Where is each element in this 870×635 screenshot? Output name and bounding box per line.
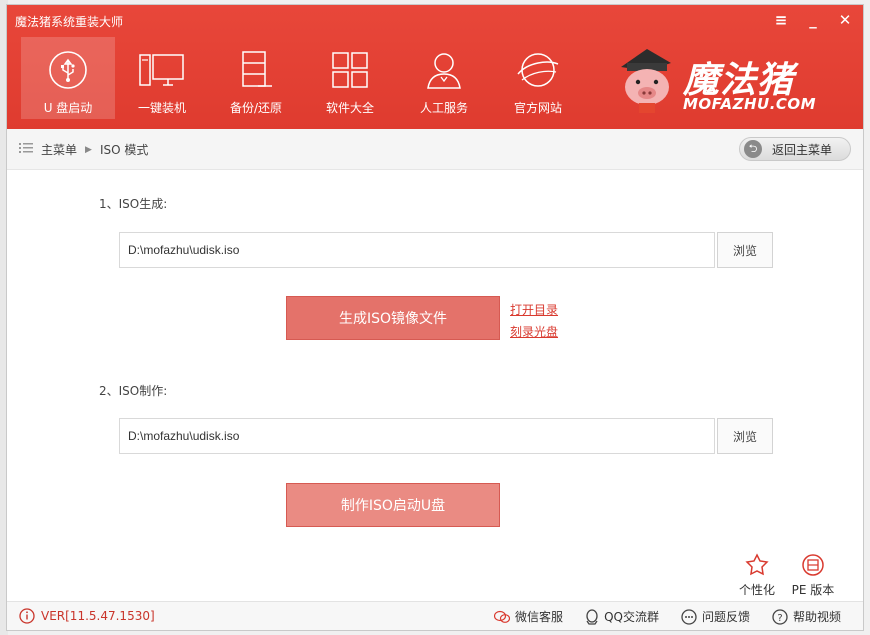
help-icon: ? — [772, 608, 788, 625]
personalize-button[interactable]: 个性化 — [733, 553, 781, 598]
apps-grid-icon — [327, 47, 373, 93]
nav-label: 软件大全 — [325, 101, 374, 115]
iso-make-path-input[interactable] — [119, 418, 715, 454]
main-nav: U 盘启动 一键装机 备份/还原 软件大全 人工服务 官方网站 — [21, 37, 585, 119]
make-iso-usb-button[interactable]: 制作ISO启动U盘 — [286, 483, 500, 527]
breadcrumb-current: ISO 模式 — [99, 143, 149, 157]
wechat-icon — [494, 610, 511, 623]
breadcrumb-home[interactable]: 主菜单 — [41, 141, 77, 158]
pe-version-button[interactable]: PE 版本 — [789, 553, 837, 598]
window-controls: ≡ _ ✕ — [773, 11, 853, 29]
return-arrow-icon: ⮌ — [744, 140, 762, 158]
open-directory-link[interactable]: 打开目录 — [510, 301, 558, 318]
usb-icon — [45, 47, 91, 93]
generate-iso-button[interactable]: 生成ISO镜像文件 — [286, 296, 500, 340]
close-icon[interactable]: ✕ — [837, 11, 853, 29]
globe-icon — [515, 47, 561, 93]
help-video-link[interactable]: ? 帮助视频 — [772, 608, 841, 625]
footer-links: 微信客服 QQ交流群 问题反馈 ? 帮助视频 — [494, 608, 841, 625]
nav-support[interactable]: 人工服务 — [397, 37, 491, 119]
nav-backup-restore[interactable]: 备份/还原 — [209, 37, 303, 119]
nav-software[interactable]: 软件大全 — [303, 37, 397, 119]
nav-usb-boot[interactable]: U 盘启动 — [21, 37, 115, 119]
feedback-label: 问题反馈 — [701, 610, 750, 624]
nav-label: U 盘启动 — [43, 101, 93, 115]
iso-generate-path-input[interactable] — [119, 232, 715, 268]
breadcrumb-bar: 主菜单 ▶ ISO 模式 ⮌ 返回主菜单 — [7, 129, 863, 170]
version-text: VER[11.5.47.1530] — [41, 609, 155, 623]
iso-generate-label: 1、ISO生成: — [99, 197, 168, 211]
nav-website[interactable]: 官方网站 — [491, 37, 585, 119]
back-to-main-button[interactable]: ⮌ 返回主菜单 — [739, 137, 851, 161]
qq-icon — [586, 608, 598, 625]
pig-mascot-icon — [621, 49, 671, 113]
feedback-link[interactable]: 问题反馈 — [681, 608, 750, 625]
chat-bubble-icon — [681, 608, 697, 625]
burn-disc-link[interactable]: 刻录光盘 — [510, 323, 558, 340]
brand-logo: 魔法猪 MOFAZHU.COM — [617, 45, 849, 121]
support-person-icon — [421, 47, 467, 93]
info-icon — [19, 608, 35, 624]
qq-group-link[interactable]: QQ交流群 — [585, 608, 659, 625]
iso-make-label: 2、ISO制作: — [99, 384, 168, 398]
footer: VER[11.5.47.1530] 微信客服 QQ交流群 问题反馈 ? 帮助视频 — [7, 601, 863, 630]
nav-label: 官方网站 — [513, 101, 562, 115]
header: 魔法猪系统重装大师 ≡ _ ✕ U 盘启动 一键装机 备份/还原 软件大全 人工… — [7, 5, 863, 129]
pe-version-icon — [802, 554, 824, 576]
personalize-icon — [745, 553, 769, 576]
back-button-label: 返回主菜单 — [772, 142, 833, 157]
app-title: 魔法猪系统重装大师 — [15, 15, 124, 29]
chevron-right-icon: ▶ — [85, 144, 92, 155]
nav-label: 一键装机 — [137, 101, 186, 115]
minimize-icon[interactable]: _ — [805, 11, 821, 29]
personalize-label: 个性化 — [738, 583, 775, 597]
breadcrumb: 主菜单 ▶ ISO 模式 — [19, 141, 148, 158]
wechat-label: 微信客服 — [515, 610, 564, 624]
pe-version-label: PE 版本 — [791, 583, 835, 597]
list-menu-icon — [19, 142, 35, 157]
brand-domain: MOFAZHU.COM — [683, 95, 817, 113]
computer-icon — [139, 47, 185, 93]
menu-icon[interactable]: ≡ — [773, 11, 789, 29]
qq-label: QQ交流群 — [604, 610, 659, 624]
nav-label: 备份/还原 — [229, 101, 283, 115]
wechat-support-link[interactable]: 微信客服 — [494, 608, 563, 625]
iso-make-browse-button[interactable]: 浏览 — [717, 418, 773, 454]
app-window: 魔法猪系统重装大师 ≡ _ ✕ U 盘启动 一键装机 备份/还原 软件大全 人工… — [6, 4, 864, 631]
version-info: VER[11.5.47.1530] — [19, 608, 155, 624]
nav-label: 人工服务 — [419, 101, 468, 115]
backup-icon — [233, 47, 279, 93]
iso-generate-browse-button[interactable]: 浏览 — [717, 232, 773, 268]
svg-text:?: ? — [777, 613, 782, 624]
nav-one-click-install[interactable]: 一键装机 — [115, 37, 209, 119]
help-label: 帮助视频 — [792, 610, 841, 624]
